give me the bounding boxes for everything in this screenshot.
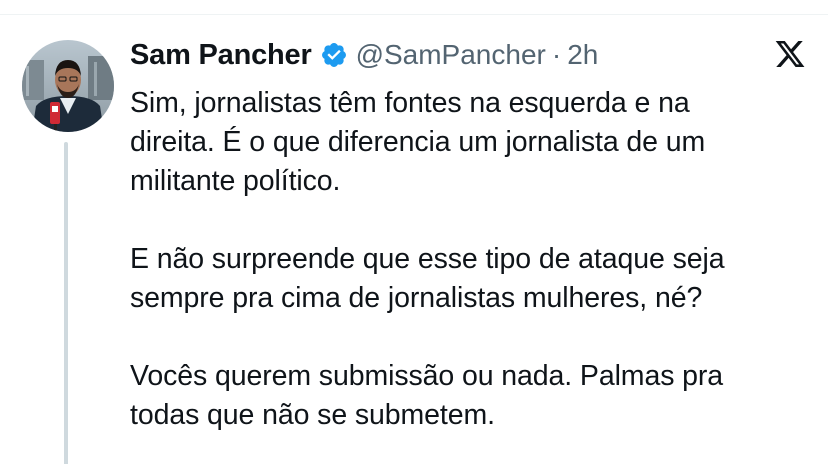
verified-badge-icon bbox=[320, 41, 348, 69]
separator-dot: · bbox=[551, 39, 562, 70]
timestamp[interactable]: 2h bbox=[567, 39, 598, 71]
tweet-text-line: Vocês querem submissão ou nada. Palmas p… bbox=[130, 360, 724, 392]
tweet-text-line: militante político. bbox=[130, 165, 341, 197]
top-divider bbox=[0, 14, 828, 15]
handle[interactable]: @SamPancher bbox=[356, 39, 546, 71]
display-name[interactable]: Sam Pancher bbox=[130, 39, 312, 72]
tweet-text: Sim, jornalistas têm fontes na esquerda … bbox=[130, 84, 810, 435]
tweet-text-line: E não surpreende que esse tipo de ataque… bbox=[130, 243, 725, 275]
tweet-text-line: Sim, jornalistas têm fontes na esquerda … bbox=[130, 87, 690, 119]
tweet-text-line: todas que não se submetem. bbox=[130, 399, 495, 431]
tweet-header: Sam Pancher @SamPancher · 2h bbox=[130, 33, 598, 77]
x-logo-icon bbox=[774, 38, 806, 70]
avatar[interactable] bbox=[22, 40, 114, 132]
tweet-text-line: sempre pra cima de jornalistas mulheres,… bbox=[130, 282, 703, 314]
thread-line bbox=[64, 142, 68, 464]
avatar-photo-icon bbox=[22, 40, 114, 132]
tweet-text-line: direita. É o que diferencia um jornalist… bbox=[130, 126, 706, 158]
